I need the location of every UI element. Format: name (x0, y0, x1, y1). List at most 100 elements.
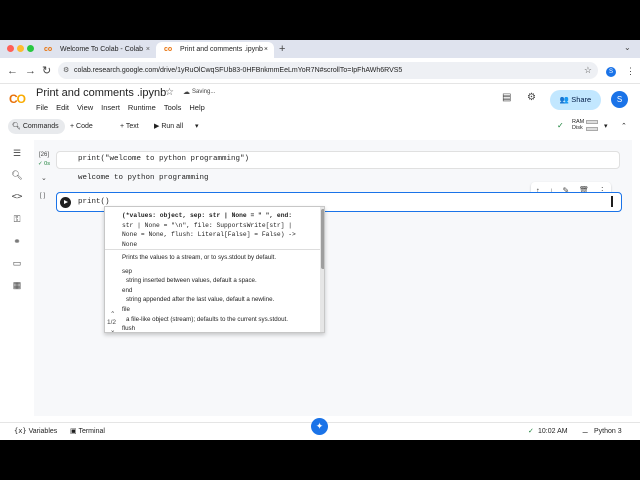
disk-meter (586, 127, 598, 131)
resources-dropdown-icon[interactable]: ▾ (604, 119, 608, 134)
run-all-label: Run all (161, 123, 184, 130)
terminal-icon: ▣ (70, 428, 77, 435)
menu-edit[interactable]: Edit (56, 103, 69, 112)
commands-button[interactable]: 🔍︎ Commands (8, 119, 65, 134)
tab-close-icon[interactable]: × (264, 42, 268, 58)
run-all-dropdown-icon[interactable]: ▾ (195, 119, 199, 134)
variables-button[interactable]: {x} Variables (14, 427, 57, 436)
runtime-type[interactable]: Python 3 (594, 427, 622, 436)
forward-icon[interactable]: → (25, 63, 36, 79)
code-snippets-icon[interactable]: <> (10, 192, 24, 202)
docstring: Prints the values to a stream, or to sys… (122, 253, 322, 333)
cell-code[interactable]: print("welcome to python programming") (78, 155, 249, 163)
gemini-button[interactable]: ✦ (311, 418, 328, 435)
close-window-button[interactable] (7, 45, 14, 52)
overload-count: 1/2 (107, 319, 117, 326)
menu-tools[interactable]: Tools (164, 103, 182, 112)
terminal-button[interactable]: ▣ Terminal (70, 427, 105, 436)
cell-scrollbar[interactable] (611, 196, 613, 207)
menu-file[interactable]: File (36, 103, 48, 112)
saving-status: Saving... (192, 89, 216, 95)
menu-view[interactable]: View (77, 103, 93, 112)
table-of-contents-icon[interactable]: ☰ (10, 148, 24, 159)
run-duration: 0s (44, 161, 50, 167)
settings-gear-icon[interactable]: ⚙ (527, 92, 536, 103)
url-text: colab.research.google.com/drive/1yRuOlCw… (74, 67, 403, 74)
account-avatar[interactable]: S (611, 91, 628, 108)
param-name: end (122, 286, 133, 294)
tab-close-icon[interactable]: × (146, 42, 150, 58)
tab-label: Welcome To Colab - Colab (60, 46, 144, 53)
resource-indicator[interactable]: RAM Disk (572, 119, 584, 131)
param-name: flush (122, 325, 136, 333)
execution-count[interactable]: [26] (39, 152, 49, 158)
search-icon: 🔍︎ (12, 123, 21, 130)
colab-favicon-icon: co (44, 46, 53, 53)
run-all-button[interactable]: ▶ Run all (154, 119, 183, 134)
back-icon[interactable]: ← (7, 63, 18, 79)
run-cell-button[interactable] (60, 197, 71, 208)
data-mount-icon[interactable]: ⚭ (10, 236, 24, 247)
share-button[interactable]: 👥 Share (550, 90, 601, 110)
browser-menu-icon[interactable]: ⋮ (626, 66, 635, 77)
execution-count[interactable]: [ ] (40, 193, 45, 199)
ram-meter (586, 120, 598, 124)
star-notebook-icon[interactable]: ☆ (165, 87, 174, 98)
doc-description: Prints the values to a stream, or to sys… (122, 254, 277, 261)
share-label: Share (571, 95, 592, 104)
tab-list-icon[interactable]: ⌄ (624, 43, 631, 52)
menu-runtime[interactable]: Runtime (128, 103, 156, 112)
signature-line: None (122, 240, 138, 248)
param-name: file (122, 305, 130, 313)
colab-window: co Welcome To Colab - Colab × co Print a… (0, 40, 640, 440)
next-overload-icon[interactable]: ⌄ (107, 327, 116, 332)
secrets-key-icon[interactable]: ⚿ (10, 214, 24, 225)
comments-icon[interactable]: ▤ (502, 92, 511, 103)
bookmark-star-icon[interactable]: ☆ (584, 62, 592, 79)
cell-code-editor[interactable]: print() (78, 198, 110, 206)
menu-help[interactable]: Help (189, 103, 204, 112)
maximize-window-button[interactable] (27, 45, 34, 52)
share-people-icon: 👥 (559, 95, 570, 104)
terminal-grid-icon[interactable]: ▦ (10, 280, 24, 291)
collapse-header-icon[interactable]: ⌃ (621, 119, 627, 134)
colab-favicon-icon: co (164, 46, 173, 53)
profile-icon[interactable]: S (606, 67, 616, 77)
notebook-title[interactable]: Print and comments .ipynb (36, 87, 166, 99)
add-text-button[interactable]: + Text (120, 119, 139, 134)
commands-label: Commands (22, 123, 59, 130)
tab-welcome[interactable]: co Welcome To Colab - Colab × (36, 42, 156, 58)
add-code-button[interactable]: + Code (70, 119, 93, 134)
popup-scrollbar[interactable] (320, 207, 324, 332)
variables-label: Variables (28, 428, 58, 435)
param-desc: string appended after the last value, de… (126, 296, 275, 304)
url-field[interactable]: ⚙ colab.research.google.com/drive/1yRuOl… (58, 62, 598, 79)
site-info-icon[interactable]: ⚙ (63, 62, 69, 79)
reload-icon[interactable]: ↻ (42, 63, 51, 79)
variables-icon: {x} (14, 427, 27, 435)
new-tab-button[interactable]: + (279, 42, 285, 56)
tab-print-and-comments[interactable]: co Print and comments .ipynb - × (156, 42, 274, 58)
output-collapse-icon[interactable]: ⌄ (41, 174, 47, 182)
prev-overload-icon[interactable]: ⌃ (107, 311, 116, 319)
tab-label: Print and comments .ipynb - (180, 46, 268, 53)
signature-line: None = None, flush: Literal[False] = Fal… (122, 231, 296, 238)
minimize-window-button[interactable] (17, 45, 24, 52)
cloud-sync-icon: ☁ (183, 89, 190, 96)
last-run-time[interactable]: 10:02 AM (538, 427, 568, 436)
play-icon: ▶ (154, 123, 160, 130)
signature-help-popup[interactable]: (*values: object, sep: str | None = " ",… (104, 206, 325, 333)
menu-insert[interactable]: Insert (101, 103, 120, 112)
colab-logo[interactable]: CO (9, 92, 26, 106)
cell-output: welcome to python programming (78, 174, 209, 182)
connected-check-icon: ✓ (557, 121, 564, 130)
disk-label: Disk (572, 125, 583, 131)
connected-check-icon: ✓ (528, 428, 534, 435)
files-folder-icon[interactable]: ▭ (10, 258, 24, 269)
overload-pager[interactable]: ⌃ 1/2 ⌄ (107, 311, 117, 332)
menu-bar: File Edit View Insert Runtime Tools Help (36, 103, 205, 112)
python-icon: ⚊ (582, 428, 589, 435)
function-signature: (*values: object, sep: str | None = " ",… (105, 207, 324, 250)
param-desc: string inserted between values, default … (126, 277, 257, 285)
find-replace-icon[interactable]: 🔍︎ (10, 170, 24, 181)
